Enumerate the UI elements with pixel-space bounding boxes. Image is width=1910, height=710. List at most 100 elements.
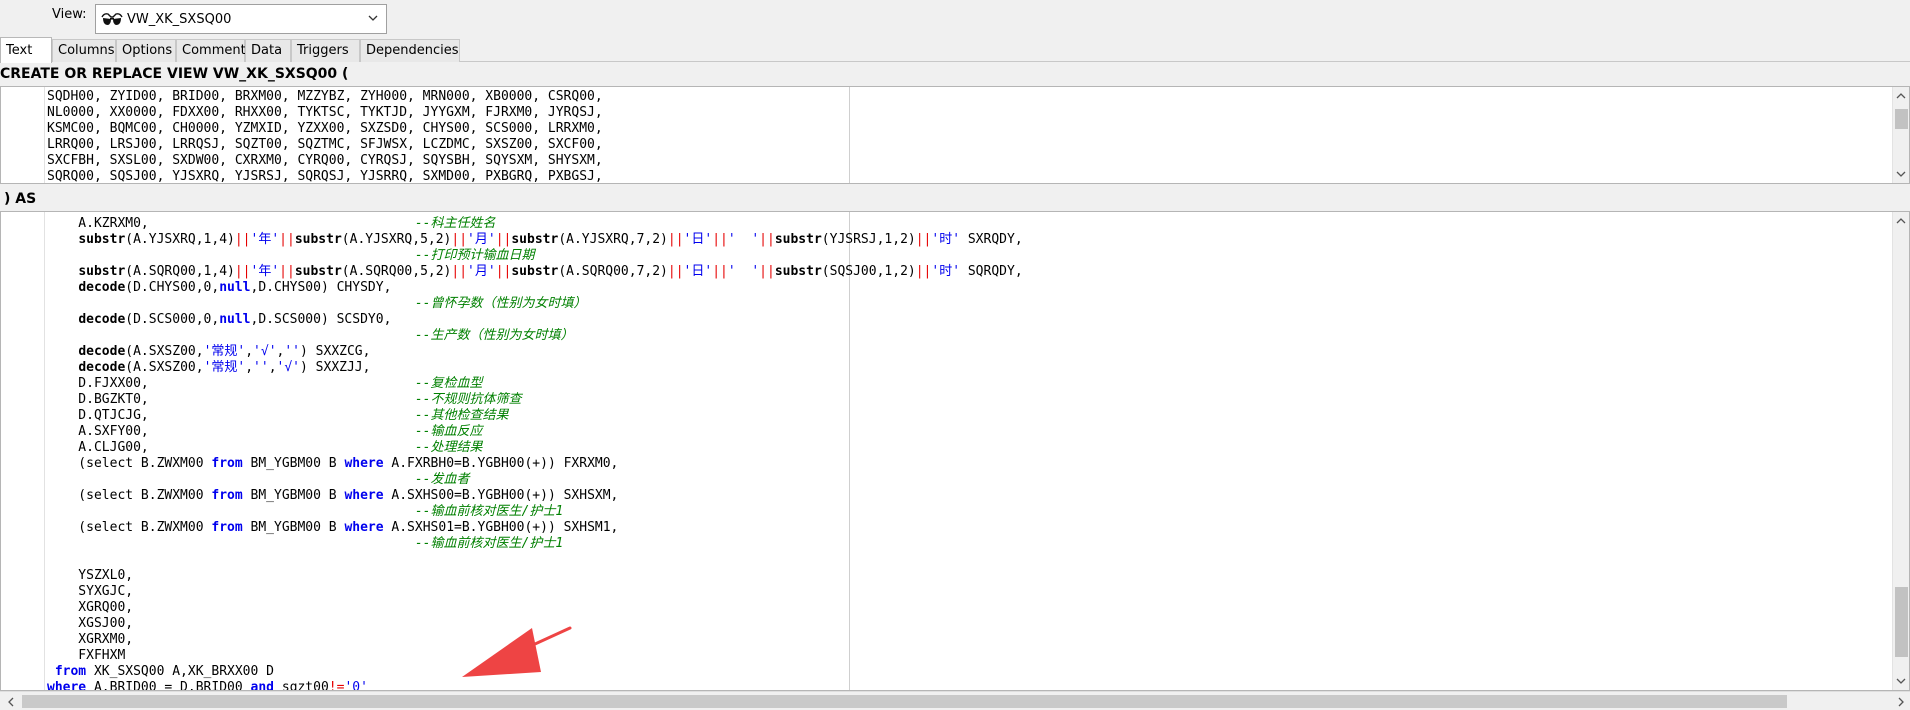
scroll-thumb[interactable]: [22, 695, 1787, 708]
code-token: (A.SQRQ00,1,4): [125, 264, 235, 279]
code-token: YSZXL0,: [47, 568, 134, 583]
scroll-down-icon[interactable]: [1896, 169, 1906, 179]
column-list-vertical-scrollbar[interactable]: [1892, 87, 1909, 183]
code-token: --曾怀孕数（性别为女时填）: [414, 296, 587, 311]
scroll-thumb[interactable]: [1895, 587, 1908, 657]
code-token: decode: [78, 312, 126, 327]
code-token: ,: [268, 360, 277, 375]
code-token: XGRXM0,: [47, 632, 134, 647]
code-token: (D.CHYS00,0,: [125, 280, 220, 295]
code-token: ||: [451, 264, 468, 279]
code-line: --发血者: [47, 472, 1023, 488]
code-token: substr: [511, 232, 559, 247]
tab-options[interactable]: Options: [116, 39, 176, 62]
tab-triggers[interactable]: Triggers: [291, 39, 360, 62]
code-token: A.SXHS00=B.YGBH00(+)) SXHSXM,: [383, 488, 619, 503]
code-token: BM_YGBM00 B: [242, 488, 345, 503]
code-token: ' ': [727, 264, 760, 279]
code-token: substr: [78, 232, 126, 247]
code-token: '': [253, 360, 269, 375]
code-token: A.SXFY00,: [47, 424, 415, 439]
code-token: ||: [712, 264, 728, 279]
code-token: (A.SQRQ00,5,2): [341, 264, 452, 279]
chevron-down-icon[interactable]: [366, 11, 380, 25]
code-line: XGRXM0,: [47, 632, 1023, 648]
code-token: '年': [250, 264, 280, 279]
tab-data[interactable]: Data: [245, 39, 291, 62]
column-list-code[interactable]: SQDH00, ZYID00, BRID00, BRXM00, MZZYBZ, …: [47, 89, 603, 183]
code-line: --生产数（性别为女时填）: [47, 328, 1023, 344]
code-token: BM_YGBM00 B: [242, 520, 345, 535]
code-line: --输血前核对医生/护士1: [47, 536, 1023, 552]
code-line: D.BGZKT0, --不规则抗体筛查: [47, 392, 1023, 408]
code-token: --处理结果: [414, 440, 483, 455]
code-token: (SQSJ00,1,2): [821, 264, 916, 279]
code-token: ||: [279, 232, 295, 247]
code-line: NL0000, XX0000, FDXX00, RHXX00, TYKTSC, …: [47, 105, 603, 121]
code-token: (select B.ZWXM00: [47, 520, 212, 535]
code-token: '√': [276, 360, 301, 375]
code-line: FXFHXM: [47, 648, 1023, 664]
code-token: A.SXHS01=B.YGBH00(+)) SXHSM1,: [383, 520, 619, 535]
view-selector[interactable]: VW_XK_SXSQ00: [95, 4, 387, 34]
code-token: sqzt00: [274, 680, 329, 691]
code-token: substr: [78, 264, 126, 279]
code-token: --科主任姓名: [414, 216, 496, 231]
tab-columns[interactable]: Columns: [52, 39, 116, 62]
horizontal-scrollbar[interactable]: [0, 691, 1910, 710]
code-token: (YJSRSJ,1,2): [821, 232, 916, 247]
code-token: '月': [467, 232, 496, 247]
code-token: A.BRID00 = D.BRID00: [86, 680, 251, 691]
tab-dependencies[interactable]: Dependencies: [360, 39, 460, 62]
scroll-up-icon[interactable]: [1896, 91, 1906, 101]
code-token: ||: [915, 232, 932, 247]
code-token: (A.YJSXRQ,1,4): [125, 232, 235, 247]
query-body-editor[interactable]: A.KZRXM0, --科主任姓名 substr(A.YJSXRQ,1,4)||…: [0, 211, 1910, 691]
view-toolbar: View: VW_XK_SXSQ00: [0, 0, 1910, 42]
code-token: ||: [234, 232, 251, 247]
code-token: (A.SQRQ00,7,2): [558, 264, 668, 279]
code-token: ||: [667, 264, 684, 279]
code-token: '√': [253, 344, 277, 359]
code-token: SXCFBH, SXSL00, SXDW00, CXRXM0, CYRQ00, …: [47, 153, 603, 168]
code-line: from XK_SXSQ00 A,XK_BRXX00 D: [47, 664, 1023, 680]
code-token: --输血前核对医生/护士1: [414, 504, 564, 519]
code-token: XGSJ00,: [47, 616, 134, 631]
code-token: ) SXXZJJ,: [300, 360, 371, 375]
scroll-thumb[interactable]: [1895, 109, 1908, 129]
code-token: (select B.ZWXM00: [47, 488, 212, 503]
code-token: ||: [234, 264, 251, 279]
scroll-up-icon[interactable]: [1896, 216, 1906, 226]
code-line: KSMC00, BQMC00, CH0000, YZMXID, YZXX00, …: [47, 121, 603, 137]
code-token: (A.SXSZ00,: [125, 360, 204, 375]
code-line: --曾怀孕数（性别为女时填）: [47, 296, 1023, 312]
code-token: decode: [78, 280, 126, 295]
code-token: (A.YJSXRQ,5,2): [341, 232, 452, 247]
code-token: --输血反应: [414, 424, 483, 439]
code-token: ||: [712, 232, 728, 247]
query-body-vertical-scrollbar[interactable]: [1892, 212, 1909, 690]
column-list-editor[interactable]: SQDH00, ZYID00, BRID00, BRXM00, MZZYBZ, …: [0, 86, 1910, 184]
code-line: --打印预计输血日期: [47, 248, 1023, 264]
code-token: D.BGZKT0,: [47, 392, 415, 407]
code-token: D.QTJCJG,: [47, 408, 415, 423]
code-token: ,: [245, 360, 254, 375]
code-line: XGSJ00,: [47, 616, 1023, 632]
code-token: '': [284, 344, 301, 359]
code-line: decode(D.CHYS00,0,null,D.CHYS00) CHYSDY,: [47, 280, 1023, 296]
tab-comment[interactable]: Comment: [176, 39, 246, 62]
code-line: YSZXL0,: [47, 568, 1023, 584]
scroll-down-icon[interactable]: [1896, 676, 1906, 686]
code-token: --发血者: [414, 472, 470, 487]
code-token: '常规': [203, 344, 246, 359]
code-token: '年': [250, 232, 280, 247]
code-line: --输血前核对医生/护士1: [47, 504, 1023, 520]
scroll-right-icon[interactable]: [1896, 697, 1906, 707]
tab-text[interactable]: Text: [0, 37, 52, 63]
scroll-left-icon[interactable]: [6, 697, 16, 707]
query-body-code[interactable]: A.KZRXM0, --科主任姓名 substr(A.YJSXRQ,1,4)||…: [47, 216, 1023, 691]
